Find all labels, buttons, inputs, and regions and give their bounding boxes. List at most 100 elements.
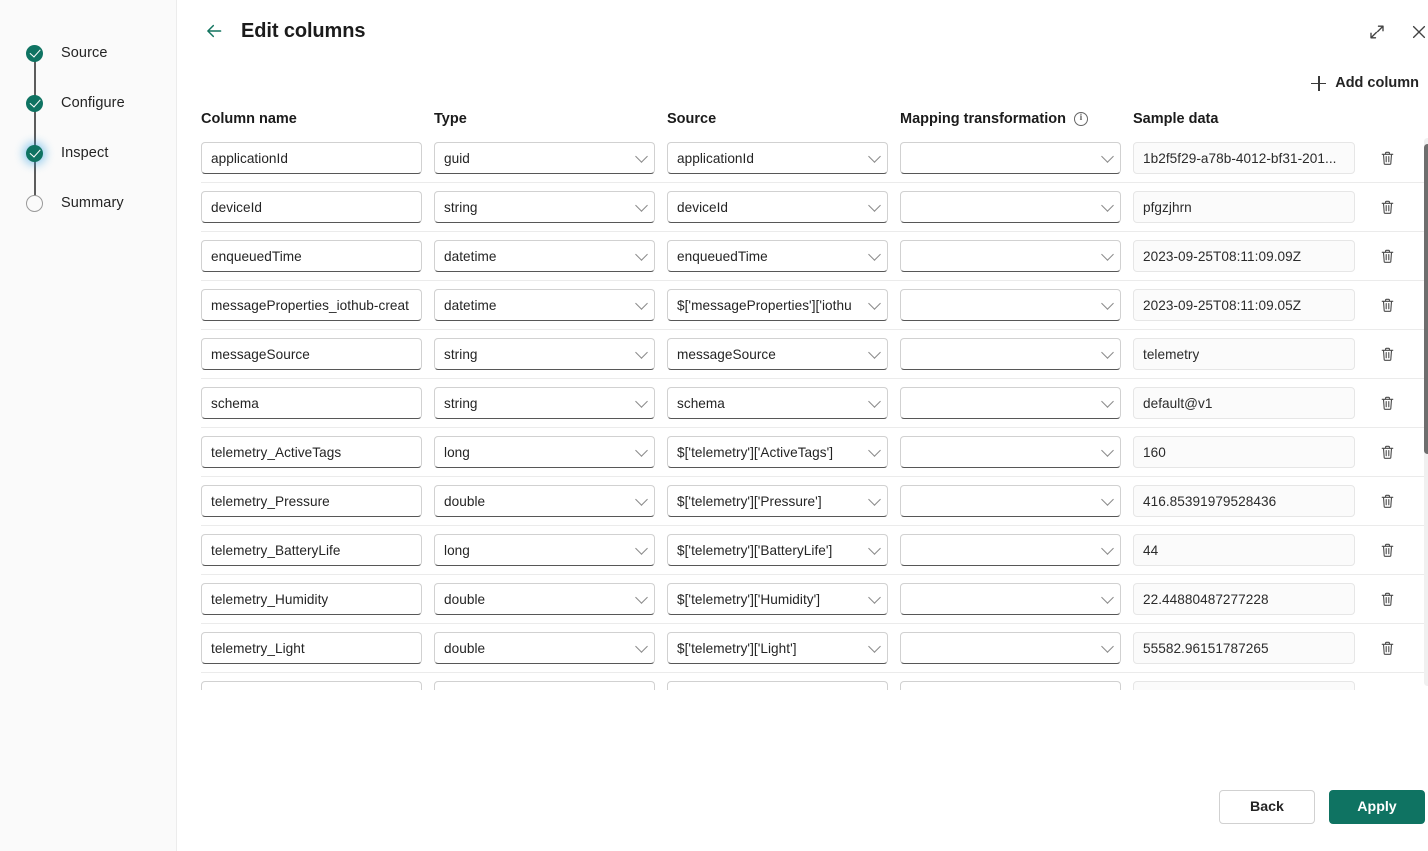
mapping-transformation-dropdown[interactable] xyxy=(900,289,1121,321)
column-name-value: telemetry_ActiveTags xyxy=(211,444,342,460)
type-dropdown[interactable]: string xyxy=(434,338,655,370)
close-icon[interactable] xyxy=(1403,16,1428,48)
trash-icon[interactable] xyxy=(1371,387,1403,419)
table-row: applicationId guid applicationId 1b2f5f29-a… xyxy=(201,134,1428,183)
trash-icon[interactable] xyxy=(1371,289,1403,321)
type-dropdown[interactable]: long xyxy=(434,436,655,468)
type-dropdown[interactable]: string xyxy=(434,387,655,419)
cell-delete xyxy=(1367,681,1415,690)
source-dropdown[interactable]: $['telemetry']['ActiveTags'] xyxy=(667,436,888,468)
column-name-input[interactable]: applicationId xyxy=(201,142,422,174)
table-row: enqueuedTime datetime enqueuedTime 2023-09-… xyxy=(201,232,1428,281)
trash-icon[interactable] xyxy=(1371,436,1403,468)
type-dropdown[interactable]: string xyxy=(434,191,655,223)
trash-icon[interactable] xyxy=(1371,485,1403,517)
chevron-down-icon xyxy=(635,542,648,555)
source-value: $['telemetry']['Light'] xyxy=(677,640,797,656)
sidebar-item-inspect[interactable]: Inspect xyxy=(0,128,177,203)
table-scrollbar[interactable] xyxy=(1424,138,1428,686)
source-dropdown[interactable]: schema xyxy=(667,387,888,419)
trash-icon[interactable] xyxy=(1371,632,1403,664)
mapping-transformation-dropdown[interactable] xyxy=(900,191,1121,223)
source-dropdown[interactable]: $['telemetry']['BatteryLife'] xyxy=(667,534,888,566)
trash-icon[interactable] xyxy=(1371,681,1403,690)
source-value: $['messageProperties']['iothu xyxy=(677,297,852,313)
cell-type xyxy=(434,681,667,690)
type-dropdown[interactable]: double xyxy=(434,485,655,517)
cell-sample-data: 160 xyxy=(1133,436,1367,468)
column-name-input[interactable]: telemetry_Light xyxy=(201,632,422,664)
type-dropdown[interactable]: long xyxy=(434,534,655,566)
mapping-transformation-dropdown[interactable] xyxy=(900,534,1121,566)
source-dropdown[interactable] xyxy=(667,681,888,690)
mapping-transformation-dropdown[interactable] xyxy=(900,681,1121,690)
trash-icon[interactable] xyxy=(1371,534,1403,566)
column-name-input[interactable] xyxy=(201,681,422,690)
mapping-transformation-dropdown[interactable] xyxy=(900,387,1121,419)
trash-icon[interactable] xyxy=(1371,338,1403,370)
trash-icon[interactable] xyxy=(1371,142,1403,174)
chevron-down-icon xyxy=(635,444,648,457)
mapping-transformation-dropdown[interactable] xyxy=(900,583,1121,615)
type-dropdown[interactable] xyxy=(434,681,655,690)
back-arrow-icon[interactable] xyxy=(201,18,227,44)
mapping-transformation-dropdown[interactable] xyxy=(900,485,1121,517)
source-dropdown[interactable]: $['messageProperties']['iothu xyxy=(667,289,888,321)
columns-table: Column name Type Source Mapping transfor… xyxy=(177,104,1428,763)
cell-delete xyxy=(1367,387,1415,419)
table-row: telemetry_BatteryLife long $['telemetry'][… xyxy=(201,526,1428,575)
source-dropdown[interactable]: applicationId xyxy=(667,142,888,174)
cell-column-name: telemetry_Light xyxy=(201,632,434,664)
column-name-input[interactable]: telemetry_Pressure xyxy=(201,485,422,517)
chevron-down-icon xyxy=(868,493,881,506)
column-name-input[interactable]: telemetry_ActiveTags xyxy=(201,436,422,468)
type-dropdown[interactable]: datetime xyxy=(434,289,655,321)
type-value: long xyxy=(444,542,470,558)
column-name-input[interactable]: schema xyxy=(201,387,422,419)
cell-delete xyxy=(1367,191,1415,223)
sample-data-value: 44 xyxy=(1143,542,1159,558)
step-label-source: Source xyxy=(61,45,108,61)
expand-diagonal-icon[interactable] xyxy=(1361,16,1393,48)
type-dropdown[interactable]: guid xyxy=(434,142,655,174)
type-dropdown[interactable]: double xyxy=(434,632,655,664)
table-body-scroll-area[interactable]: applicationId guid applicationId 1b2f5f29-a… xyxy=(201,134,1428,690)
column-name-input[interactable]: deviceId xyxy=(201,191,422,223)
column-name-input[interactable]: telemetry_Humidity xyxy=(201,583,422,615)
type-dropdown[interactable]: datetime xyxy=(434,240,655,272)
mapping-transformation-dropdown[interactable] xyxy=(900,338,1121,370)
source-value: $['telemetry']['ActiveTags'] xyxy=(677,444,834,460)
sample-data-value: 2023-09-25T08:11:09.05Z xyxy=(1143,297,1302,313)
source-dropdown[interactable]: $['telemetry']['Pressure'] xyxy=(667,485,888,517)
cell-type: double xyxy=(434,583,667,615)
mapping-transformation-dropdown[interactable] xyxy=(900,436,1121,468)
source-dropdown[interactable]: messageSource xyxy=(667,338,888,370)
sidebar-item-summary[interactable]: Summary xyxy=(0,178,177,228)
trash-icon[interactable] xyxy=(1371,583,1403,615)
back-button[interactable]: Back xyxy=(1219,790,1315,824)
source-dropdown[interactable]: enqueuedTime xyxy=(667,240,888,272)
source-dropdown[interactable]: $['telemetry']['Humidity'] xyxy=(667,583,888,615)
column-name-input[interactable]: enqueuedTime xyxy=(201,240,422,272)
apply-button[interactable]: Apply xyxy=(1329,790,1425,824)
table-scrollbar-thumb[interactable] xyxy=(1424,144,1428,454)
info-icon[interactable]: i xyxy=(1073,112,1088,126)
source-dropdown[interactable]: deviceId xyxy=(667,191,888,223)
cell-column-name: telemetry_Humidity xyxy=(201,583,434,615)
column-name-value: schema xyxy=(211,395,259,411)
column-name-input[interactable]: messageProperties_iothub-creat xyxy=(201,289,422,321)
type-dropdown[interactable]: double xyxy=(434,583,655,615)
trash-icon[interactable] xyxy=(1371,240,1403,272)
sample-data-field: 22.44880487277228 xyxy=(1133,583,1355,615)
table-row: deviceId string deviceId pfgzjhrn xyxy=(201,183,1428,232)
column-name-input[interactable]: messageSource xyxy=(201,338,422,370)
mapping-transformation-dropdown[interactable] xyxy=(900,240,1121,272)
source-dropdown[interactable]: $['telemetry']['Light'] xyxy=(667,632,888,664)
mapping-transformation-dropdown[interactable] xyxy=(900,142,1121,174)
sidebar-item-configure[interactable]: Configure xyxy=(0,78,177,153)
add-column-button[interactable]: Add column xyxy=(1305,70,1425,96)
sidebar-item-source[interactable]: Source xyxy=(0,28,177,103)
mapping-transformation-dropdown[interactable] xyxy=(900,632,1121,664)
column-name-input[interactable]: telemetry_BatteryLife xyxy=(201,534,422,566)
trash-icon[interactable] xyxy=(1371,191,1403,223)
